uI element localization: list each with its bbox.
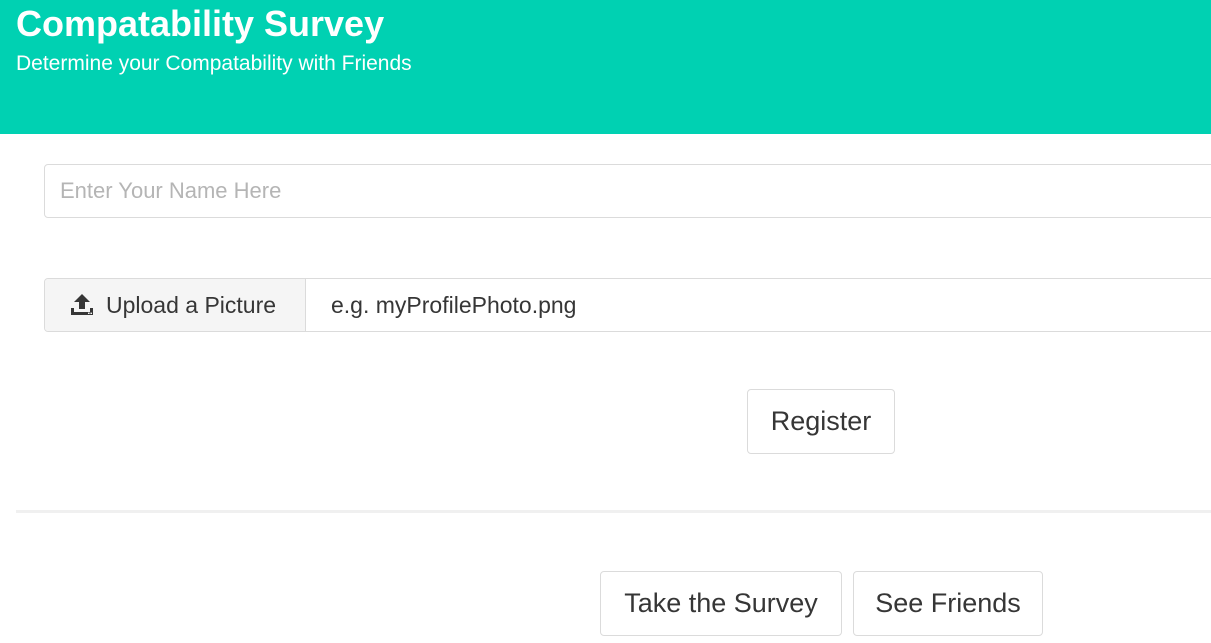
upload-picture-label: Upload a Picture	[106, 292, 277, 318]
upload-picture-button[interactable]: Upload a Picture	[45, 279, 306, 331]
name-input[interactable]	[44, 164, 1211, 218]
upload-picture-field[interactable]: Upload a Picture e.g. myProfilePhoto.png	[44, 278, 1211, 332]
page-title: Compatability Survey	[16, 3, 385, 44]
take-survey-button[interactable]: Take the Survey	[600, 571, 842, 636]
see-friends-button[interactable]: See Friends	[853, 571, 1043, 636]
upload-icon	[69, 293, 95, 317]
file-name-display: e.g. myProfilePhoto.png	[331, 292, 577, 318]
page-header: Compatability Survey Determine your Comp…	[0, 0, 1211, 134]
page-subtitle: Determine your Compatability with Friend…	[16, 52, 412, 75]
register-button[interactable]: Register	[747, 389, 895, 454]
divider	[16, 510, 1211, 513]
